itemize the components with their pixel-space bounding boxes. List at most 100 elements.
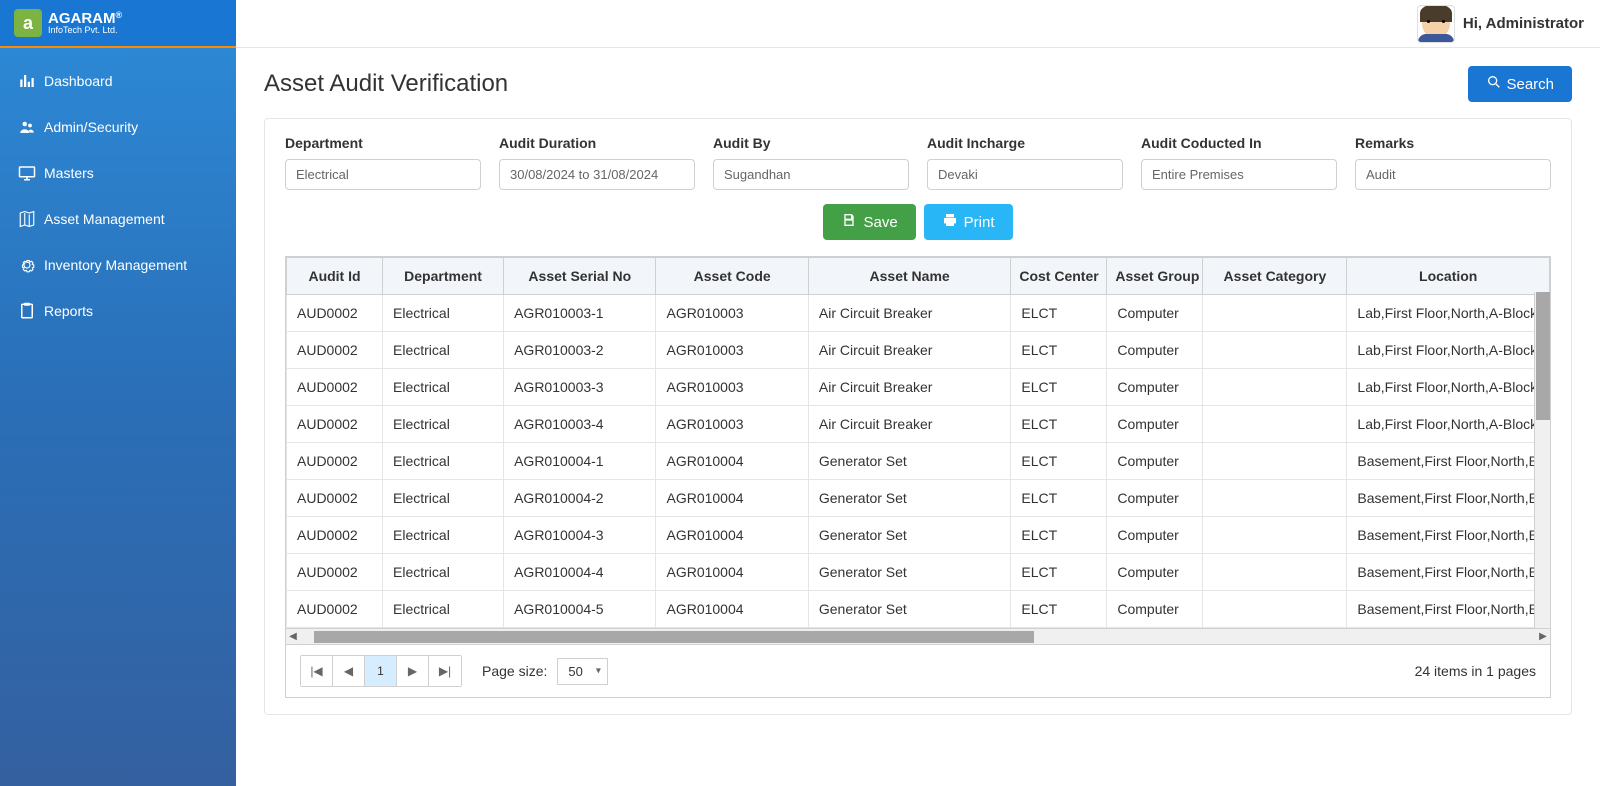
table-cell: AUD0002 [287, 517, 383, 554]
table-cell: Basement,First Floor,North,B-Block [1347, 591, 1550, 628]
vertical-scrollbar[interactable] [1534, 292, 1550, 628]
nav-label: Inventory Management [44, 257, 187, 273]
table-cell: AGR010004 [656, 480, 808, 517]
table-row[interactable]: AUD0002ElectricalAGR010004-1AGR010004Gen… [287, 443, 1550, 480]
table-cell: Electrical [383, 443, 504, 480]
search-button-label: Search [1506, 76, 1554, 93]
table-cell: Computer [1107, 406, 1203, 443]
nav-reports[interactable]: Reports [0, 288, 236, 334]
form-label: Audit By [713, 135, 909, 151]
table-cell: Air Circuit Breaker [808, 406, 1010, 443]
form-label: Audit Coducted In [1141, 135, 1337, 151]
save-button[interactable]: Save [823, 204, 915, 240]
table-cell: AGR010004-3 [504, 517, 656, 554]
table-cell: Basement,First Floor,North,B-Block [1347, 517, 1550, 554]
page-size-select[interactable]: 50 [557, 658, 607, 685]
pager-first[interactable]: |◀ [301, 656, 333, 686]
table-cell: Electrical [383, 295, 504, 332]
column-header[interactable]: Asset Category [1203, 258, 1347, 295]
table-cell: AGR010003 [656, 406, 808, 443]
table-cell [1203, 443, 1347, 480]
form-label: Audit Incharge [927, 135, 1123, 151]
table-row[interactable]: AUD0002ElectricalAGR010003-4AGR010003Air… [287, 406, 1550, 443]
table-cell: ELCT [1011, 443, 1107, 480]
table-cell: Computer [1107, 591, 1203, 628]
column-header[interactable]: Department [383, 258, 504, 295]
pager-prev[interactable]: ◀ [333, 656, 365, 686]
table-cell: Electrical [383, 406, 504, 443]
pager-next[interactable]: ▶ [397, 656, 429, 686]
form-input-remarks[interactable] [1355, 159, 1551, 190]
table-cell: ELCT [1011, 554, 1107, 591]
form-input-audit-incharge[interactable] [927, 159, 1123, 190]
table-row[interactable]: AUD0002ElectricalAGR010004-3AGR010004Gen… [287, 517, 1550, 554]
pager-last[interactable]: ▶| [429, 656, 461, 686]
table-cell: ELCT [1011, 332, 1107, 369]
scroll-left-icon[interactable]: ◀ [286, 630, 300, 644]
form-panel: Department Audit Duration Audit By Audit In… [264, 118, 1572, 715]
table-cell: ELCT [1011, 406, 1107, 443]
nav-label: Masters [44, 165, 94, 181]
logo[interactable]: a AGARAM® InfoTech Pvt. Ltd. [0, 0, 236, 48]
form-label: Remarks [1355, 135, 1551, 151]
table-row[interactable]: AUD0002ElectricalAGR010004-5AGR010004Gen… [287, 591, 1550, 628]
nav-asset-management[interactable]: Asset Management [0, 196, 236, 242]
nav-inventory-management[interactable]: Inventory Management [0, 242, 236, 288]
form-field-4: Audit Coducted In [1141, 135, 1337, 190]
table-cell: Electrical [383, 591, 504, 628]
form-field-3: Audit Incharge [927, 135, 1123, 190]
table-cell: AUD0002 [287, 554, 383, 591]
table-row[interactable]: AUD0002ElectricalAGR010003-1AGR010003Air… [287, 295, 1550, 332]
table-cell: Computer [1107, 369, 1203, 406]
form-input-department[interactable] [285, 159, 481, 190]
search-button[interactable]: Search [1468, 66, 1572, 102]
form-label: Department [285, 135, 481, 151]
nav-admin-security[interactable]: Admin/Security [0, 104, 236, 150]
table-cell: Basement,First Floor,North,B-Block [1347, 480, 1550, 517]
table-cell: AGR010003-2 [504, 332, 656, 369]
table-cell: Basement,First Floor,North,B-Block [1347, 443, 1550, 480]
table-cell: AGR010004-2 [504, 480, 656, 517]
pager-page-1[interactable]: 1 [365, 656, 397, 686]
column-header[interactable]: Asset Group [1107, 258, 1203, 295]
logo-icon: a [14, 9, 42, 37]
form-input-audit-coducted-in[interactable] [1141, 159, 1337, 190]
column-header[interactable]: Cost Center [1011, 258, 1107, 295]
table-row[interactable]: AUD0002ElectricalAGR010004-2AGR010004Gen… [287, 480, 1550, 517]
column-header[interactable]: Asset Name [808, 258, 1010, 295]
form-input-audit-by[interactable] [713, 159, 909, 190]
column-header[interactable]: Location [1347, 258, 1550, 295]
table-cell: Generator Set [808, 443, 1010, 480]
table-row[interactable]: AUD0002ElectricalAGR010004-4AGR010004Gen… [287, 554, 1550, 591]
print-button[interactable]: Print [924, 204, 1013, 240]
table-cell: AGR010003 [656, 369, 808, 406]
page-size-label: Page size: [482, 663, 547, 679]
user-area[interactable]: Hi, Administrator [1417, 5, 1584, 43]
monitor-icon [18, 164, 36, 182]
table-cell: Air Circuit Breaker [808, 295, 1010, 332]
table-cell: AGR010003-3 [504, 369, 656, 406]
table-cell: Computer [1107, 332, 1203, 369]
table-row[interactable]: AUD0002ElectricalAGR010003-2AGR010003Air… [287, 332, 1550, 369]
table-cell [1203, 554, 1347, 591]
form-field-2: Audit By [713, 135, 909, 190]
nav-masters[interactable]: Masters [0, 150, 236, 196]
scroll-right-icon[interactable]: ▶ [1536, 630, 1550, 644]
table-cell [1203, 591, 1347, 628]
horizontal-scrollbar[interactable]: ◀ ▶ [285, 629, 1551, 645]
table-cell: Generator Set [808, 591, 1010, 628]
table-cell [1203, 517, 1347, 554]
table-cell: AUD0002 [287, 369, 383, 406]
table-cell: Computer [1107, 443, 1203, 480]
main: Hi, Administrator Asset Audit Verificati… [236, 0, 1600, 786]
column-header[interactable]: Asset Serial No [504, 258, 656, 295]
nav-dashboard[interactable]: Dashboard [0, 58, 236, 104]
table-cell [1203, 295, 1347, 332]
table-cell: Electrical [383, 369, 504, 406]
form-field-1: Audit Duration [499, 135, 695, 190]
column-header[interactable]: Asset Code [656, 258, 808, 295]
table-cell: Lab,First Floor,North,A-Block,Server Roo… [1347, 369, 1550, 406]
column-header[interactable]: Audit Id [287, 258, 383, 295]
form-input-audit-duration[interactable] [499, 159, 695, 190]
table-row[interactable]: AUD0002ElectricalAGR010003-3AGR010003Air… [287, 369, 1550, 406]
